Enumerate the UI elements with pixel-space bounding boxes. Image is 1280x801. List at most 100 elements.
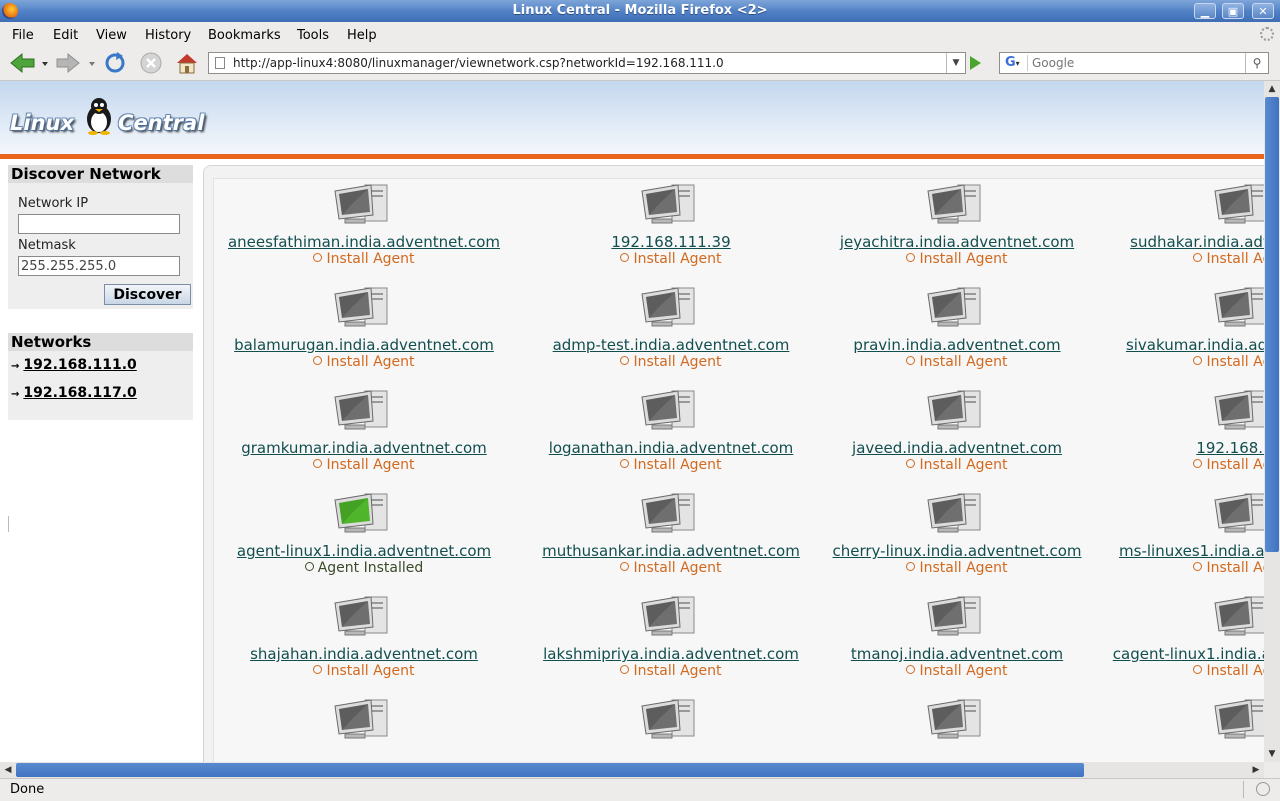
install-agent-link[interactable]: Install Agent [802,457,1112,473]
action-label[interactable]: Install Agent [633,457,721,473]
home-button[interactable] [174,51,200,75]
computer-icon[interactable] [331,696,395,744]
action-label[interactable]: Install Agent [919,663,1007,679]
computer-icon[interactable] [1211,284,1264,332]
action-label[interactable]: Install Agent [326,354,414,370]
host-link[interactable]: jeyachitra.india.adventnet.com [802,233,1112,251]
computer-icon[interactable] [638,696,702,744]
action-label[interactable]: Install Agent [919,354,1007,370]
host-link[interactable]: admp-test.india.adventnet.com [516,336,826,354]
maximize-button[interactable]: ▣ [1222,3,1244,19]
action-label[interactable]: Install Agent [1206,354,1264,370]
computer-icon[interactable] [638,387,702,435]
computer-icon[interactable] [638,593,702,641]
horizontal-scroll-thumb[interactable] [16,763,1084,777]
host-link[interactable]: 192.168.111 [1089,439,1264,457]
computer-icon[interactable] [924,387,988,435]
stop-button[interactable] [139,51,163,75]
action-label[interactable]: Install Agent [633,251,721,267]
horizontal-scrollbar[interactable]: ◀ ▶ [0,762,1264,778]
install-agent-link[interactable]: Install Agent [1089,457,1264,473]
host-link[interactable]: balamurugan.india.adventnet.com [209,336,519,354]
action-label[interactable]: Install Agent [326,663,414,679]
install-agent-link[interactable]: Install Agent [1089,251,1264,267]
action-label[interactable]: Install Agent [1206,457,1264,473]
menu-tools[interactable]: Tools [297,28,329,43]
action-label[interactable]: Install Agent [633,354,721,370]
computer-icon[interactable] [924,696,988,744]
install-agent-link[interactable]: Install Agent [516,560,826,576]
search-icon[interactable]: ⚲ [1245,53,1268,73]
scroll-right-arrow-icon[interactable]: ▶ [1248,762,1264,778]
network-ip-field[interactable] [18,214,180,234]
host-link[interactable]: cagent-linux1.india.adventnet.com [1089,645,1264,663]
computer-icon[interactable] [924,181,988,229]
search-input[interactable] [1032,55,1242,71]
host-link[interactable]: agent-linux1.india.adventnet.com [209,542,519,560]
computer-icon[interactable] [1211,593,1264,641]
network-link-1[interactable]: → 192.168.111.0 [11,357,137,373]
discover-button[interactable]: Discover [104,284,191,305]
install-agent-link[interactable]: Install Agent [209,251,519,267]
install-agent-link[interactable]: Install Agent [1089,663,1264,679]
computer-icon[interactable] [924,284,988,332]
host-link[interactable]: shajahan.india.adventnet.com [209,645,519,663]
host-link[interactable]: javeed.india.adventnet.com [802,439,1112,457]
host-link[interactable]: 192.168.111.39 [516,233,826,251]
install-agent-link[interactable]: Install Agent [209,354,519,370]
computer-icon[interactable] [638,284,702,332]
url-history-dropdown[interactable]: ▼ [946,53,965,73]
scroll-down-arrow-icon[interactable]: ▼ [1264,746,1280,762]
search-bar[interactable]: G▾ ⚲ [999,52,1269,74]
search-engine-icon[interactable]: G▾ [1002,55,1028,71]
computer-icon[interactable] [638,181,702,229]
reload-button[interactable] [103,51,127,75]
computer-icon[interactable] [1211,181,1264,229]
install-agent-link[interactable]: Install Agent [516,663,826,679]
computer-icon[interactable] [331,181,395,229]
action-label[interactable]: Install Agent [326,251,414,267]
install-agent-link[interactable]: Install Agent [802,663,1112,679]
host-link[interactable]: sudhakar.india.adventnet.com [1089,233,1264,251]
menu-file[interactable]: File [12,28,34,43]
install-agent-link[interactable]: Install Agent [209,663,519,679]
computer-icon[interactable] [1211,696,1264,744]
host-link[interactable]: loganathan.india.adventnet.com [516,439,826,457]
install-agent-link[interactable]: Install Agent [516,251,826,267]
url-bar[interactable]: http://app-linux4:8080/linuxmanager/view… [208,52,966,74]
action-label[interactable]: Install Agent [1206,560,1264,576]
computer-icon[interactable] [331,284,395,332]
action-label[interactable]: Install Agent [326,457,414,473]
computer-icon[interactable] [331,387,395,435]
scroll-up-arrow-icon[interactable]: ▲ [1264,81,1280,97]
host-link[interactable]: aneesfathiman.india.adventnet.com [209,233,519,251]
install-agent-link[interactable]: Install Agent [1089,560,1264,576]
computer-icon[interactable] [1211,490,1264,538]
back-button[interactable] [8,51,48,75]
vertical-scrollbar[interactable]: ▲ ▼ [1264,81,1280,762]
action-label[interactable]: Install Agent [919,251,1007,267]
url-text[interactable]: http://app-linux4:8080/linuxmanager/view… [233,56,724,70]
computer-icon[interactable] [638,490,702,538]
forward-button[interactable] [55,51,97,75]
host-link[interactable]: tmanoj.india.adventnet.com [802,645,1112,663]
action-label[interactable]: Install Agent [919,560,1007,576]
network-link-2[interactable]: → 192.168.117.0 [11,385,137,401]
host-link[interactable]: muthusankar.india.adventnet.com [516,542,826,560]
install-agent-link[interactable]: Install Agent [802,354,1112,370]
computer-icon[interactable] [924,593,988,641]
host-link[interactable]: cherry-linux.india.adventnet.com [802,542,1112,560]
menu-help[interactable]: Help [347,28,377,43]
menu-history[interactable]: History [145,28,191,43]
menu-edit[interactable]: Edit [53,28,78,43]
vertical-scroll-thumb[interactable] [1265,97,1279,552]
action-label[interactable]: Install Agent [633,560,721,576]
action-label[interactable]: Install Agent [633,663,721,679]
host-link[interactable]: sivakumar.india.adventnet.com [1089,336,1264,354]
action-label[interactable]: Install Agent [919,457,1007,473]
minimize-button[interactable]: ▁ [1194,3,1216,19]
host-link[interactable]: gramkumar.india.adventnet.com [209,439,519,457]
install-agent-link[interactable]: Install Agent [516,457,826,473]
action-label[interactable]: Install Agent [1206,251,1264,267]
install-agent-link[interactable]: Install Agent [1089,354,1264,370]
